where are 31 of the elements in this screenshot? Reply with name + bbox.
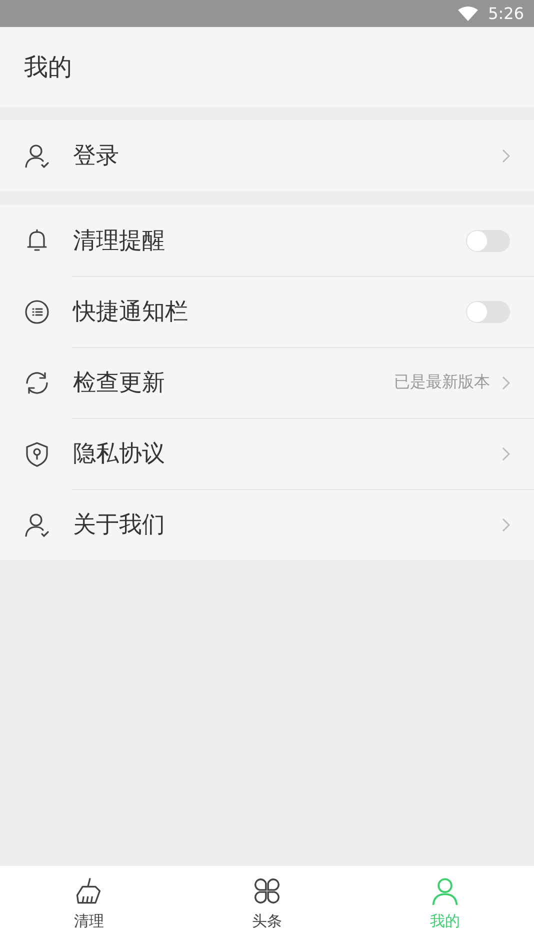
user-icon bbox=[430, 876, 460, 906]
toggle-switch[interactable] bbox=[466, 230, 510, 252]
chevron-icon bbox=[502, 446, 510, 460]
row-label: 隐私协议 bbox=[73, 440, 166, 469]
row-label: 关于我们 bbox=[73, 511, 166, 540]
user-icon bbox=[24, 142, 50, 168]
list-icon bbox=[24, 298, 50, 324]
refresh-icon bbox=[24, 370, 50, 396]
row-value: 已是最新版本 bbox=[394, 372, 490, 393]
toggle-switch[interactable] bbox=[466, 300, 510, 322]
user-icon bbox=[24, 512, 50, 538]
clover-icon bbox=[252, 876, 282, 906]
settings-row[interactable]: 检查更新 已是最新版本 bbox=[0, 347, 534, 418]
row-label: 清理提醒 bbox=[73, 227, 166, 256]
wifi-icon bbox=[458, 6, 478, 22]
shield-icon bbox=[24, 440, 50, 466]
row-label: 登录 bbox=[73, 142, 120, 171]
row-label: 检查更新 bbox=[73, 369, 166, 398]
settings-row[interactable]: 登录 bbox=[0, 120, 534, 191]
status-time: 5:26 bbox=[488, 4, 524, 23]
page-title: 我的 bbox=[24, 52, 72, 83]
nav-tab[interactable]: 头条 bbox=[178, 866, 356, 949]
chevron-icon bbox=[502, 518, 510, 532]
row-label: 快捷通知栏 bbox=[73, 298, 189, 327]
nav-tab[interactable]: 清理 bbox=[0, 866, 178, 949]
settings-row[interactable]: 隐私协议 bbox=[0, 418, 534, 489]
settings-row[interactable]: 快捷通知栏 bbox=[0, 276, 534, 347]
chevron-icon bbox=[502, 148, 510, 162]
chevron-icon bbox=[502, 376, 510, 390]
settings-row[interactable]: 关于我们 bbox=[0, 489, 534, 560]
settings-row[interactable]: 清理提醒 bbox=[0, 205, 534, 276]
